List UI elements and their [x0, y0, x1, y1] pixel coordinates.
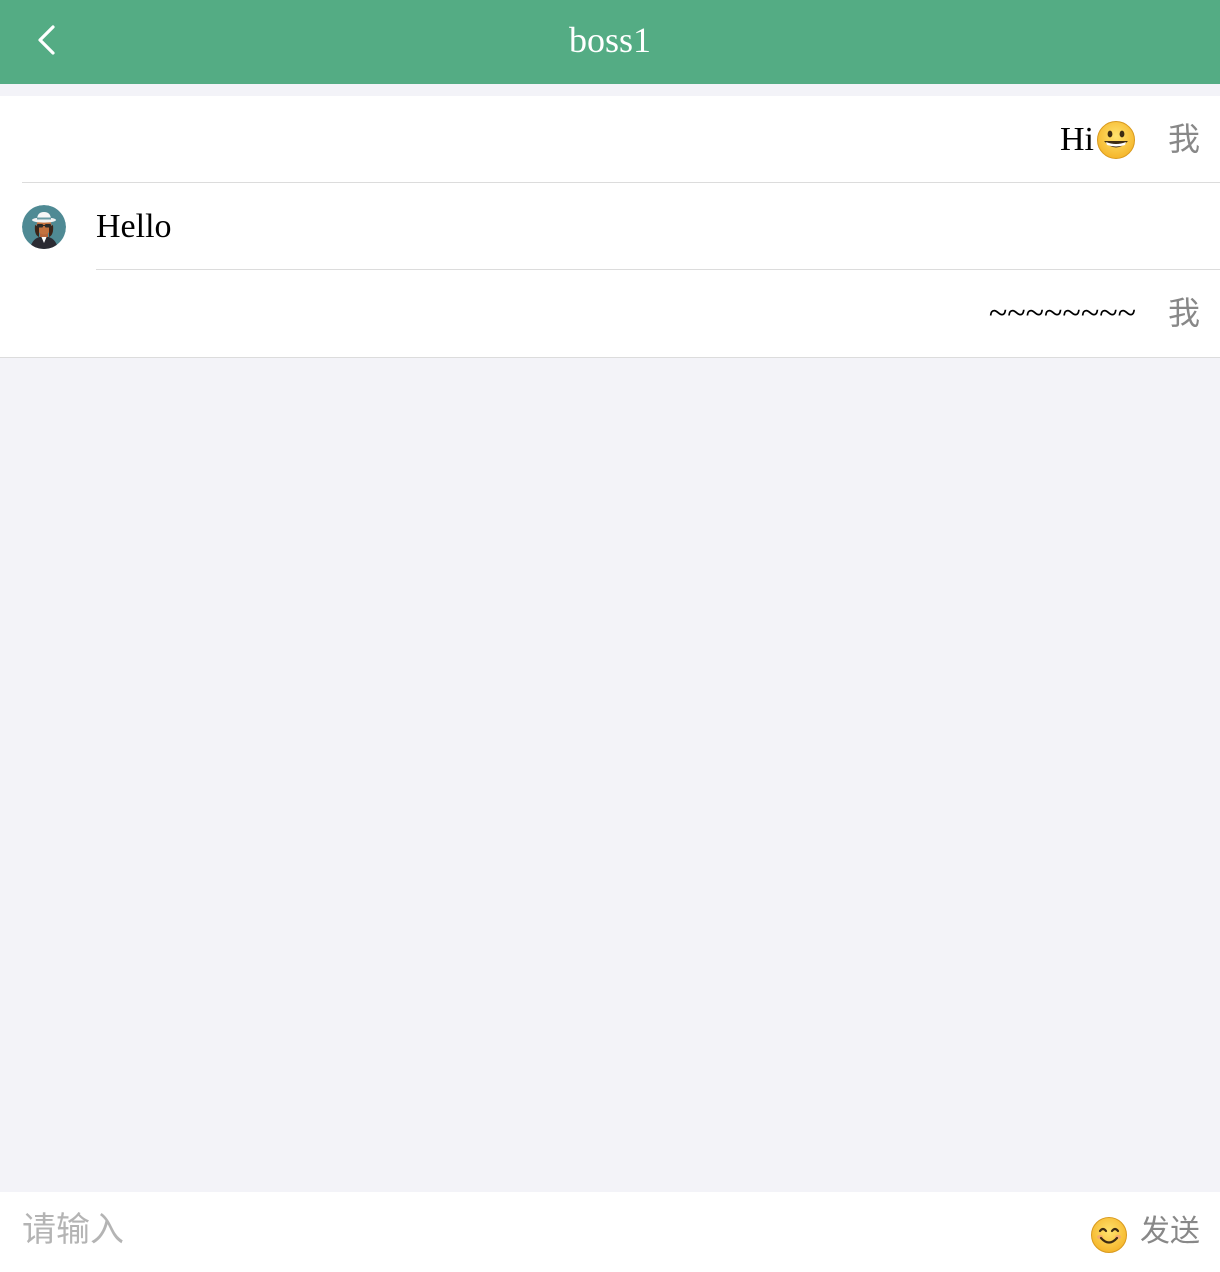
message-text: Hi: [1060, 121, 1094, 158]
sender-label: 我: [1167, 120, 1200, 158]
message-input[interactable]: [22, 1206, 922, 1254]
message-content: ~~~~~~~~: [989, 270, 1136, 357]
avatar-person-icon: [22, 205, 66, 249]
avatar[interactable]: [22, 205, 66, 249]
chat-screen: boss1 Hi 我 Hello ~~~~~~~~ 我 请输入 发送: [0, 0, 1220, 1272]
message-content: Hi: [1060, 96, 1136, 183]
sender-label: 我: [1167, 294, 1200, 332]
grinning-face-emoji-icon: [1097, 120, 1135, 159]
smiling-face-icon[interactable]: [1090, 1216, 1128, 1254]
page-title: boss1: [568, 20, 652, 60]
message-item-mine: ~~~~~~~~ 我: [0, 270, 1220, 357]
message-text: Hello: [96, 208, 172, 245]
navbar: boss1: [0, 0, 1220, 84]
message-item-mine: Hi 我: [0, 96, 1220, 183]
message-item-other: Hello: [0, 183, 1220, 270]
message-text: ~~~~~~~~: [988, 295, 1136, 332]
input-bar: 发送: [0, 1192, 1220, 1272]
message-list: Hi 我 Hello ~~~~~~~~ 我: [0, 96, 1220, 358]
send-button[interactable]: 发送: [1140, 1208, 1200, 1256]
